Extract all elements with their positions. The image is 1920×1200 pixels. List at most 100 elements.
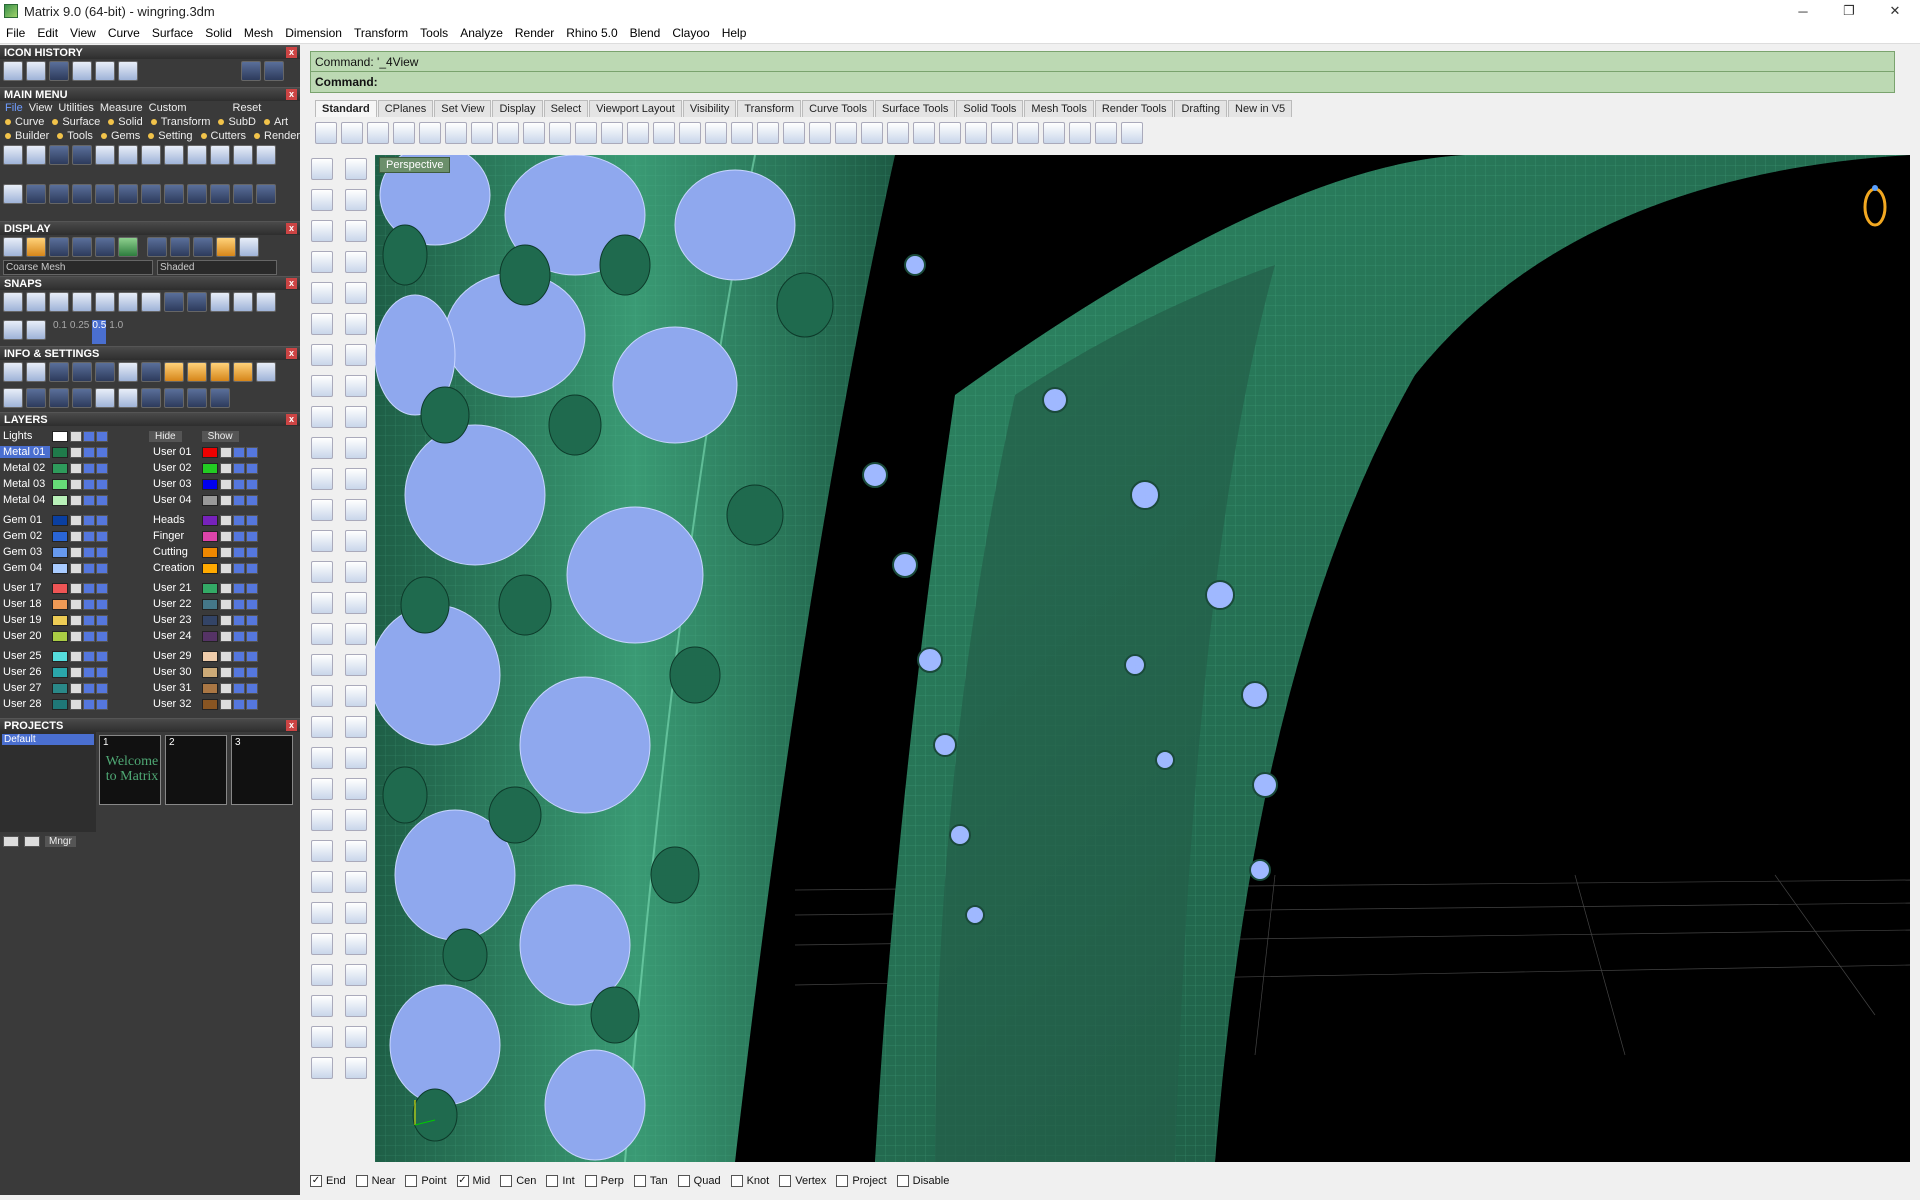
eye-icon[interactable] — [83, 598, 95, 610]
eye-icon[interactable] — [233, 530, 245, 542]
layer-row[interactable]: User 23 — [150, 612, 300, 628]
tool-icon[interactable] — [210, 362, 230, 382]
render-toggle-icon[interactable] — [246, 614, 258, 626]
layer-row[interactable]: User 24 — [150, 628, 300, 644]
perspective-viewport[interactable]: Perspective — [375, 155, 1910, 1162]
import-icon[interactable] — [419, 122, 441, 144]
snap-circle-icon[interactable] — [141, 292, 161, 312]
lock-icon[interactable] — [220, 446, 232, 458]
snap-end-icon[interactable] — [26, 292, 46, 312]
main-menu-item-curve[interactable]: Curve — [3, 116, 48, 128]
extrude-icon[interactable] — [311, 654, 333, 676]
save-icon[interactable] — [3, 61, 23, 81]
lock-icon[interactable] — [220, 598, 232, 610]
layer-color-swatch[interactable] — [52, 494, 68, 506]
osnap-perp[interactable]: Perp — [584, 1175, 624, 1187]
sphere-icon[interactable] — [49, 237, 69, 257]
eye-icon[interactable] — [233, 494, 245, 506]
menu-view[interactable]: View — [64, 26, 102, 40]
layer-row[interactable]: User 20 — [0, 628, 150, 644]
layer-color-swatch[interactable] — [202, 514, 218, 526]
command-prompt[interactable]: Command: — [311, 72, 1894, 92]
shaded-sphere-icon[interactable] — [965, 122, 987, 144]
eye-icon[interactable] — [233, 562, 245, 574]
open-icon[interactable] — [341, 122, 363, 144]
network-icon[interactable] — [187, 387, 207, 408]
blue-sphere-icon[interactable] — [147, 237, 167, 257]
circle-icon[interactable] — [256, 183, 276, 204]
lock-icon[interactable] — [220, 494, 232, 506]
close-icon[interactable]: x — [286, 89, 297, 100]
layer-color-swatch[interactable] — [202, 446, 218, 458]
lock-icon[interactable] — [220, 650, 232, 662]
main-menu-item-render[interactable]: Render — [252, 130, 300, 142]
osnap-knot[interactable]: Knot — [730, 1175, 769, 1187]
ellipse-icon[interactable] — [311, 344, 333, 366]
point-icon[interactable] — [311, 189, 333, 211]
layer-name[interactable]: User 32 — [150, 698, 200, 710]
polygon-icon[interactable] — [311, 375, 333, 397]
curve-icon[interactable] — [345, 437, 367, 459]
osnap-cen[interactable]: Cen — [500, 1175, 536, 1187]
render-toggle-icon[interactable] — [96, 562, 108, 574]
snap-ortho-icon[interactable] — [187, 292, 207, 312]
lock-icon[interactable] — [70, 582, 82, 594]
eye-icon[interactable] — [233, 478, 245, 490]
render-toggle-icon[interactable] — [96, 514, 108, 526]
sphere-icon[interactable] — [311, 592, 333, 614]
main-menu-tab-utilities[interactable]: Utilities — [56, 102, 95, 114]
mesh-icon[interactable] — [311, 716, 333, 738]
close-icon[interactable]: x — [286, 414, 297, 425]
render-toggle-icon[interactable] — [246, 582, 258, 594]
hook-icon[interactable] — [233, 145, 253, 165]
new-file-icon[interactable] — [26, 61, 46, 81]
new-icon[interactable] — [3, 145, 23, 165]
gold-sphere-icon[interactable] — [216, 237, 236, 257]
rotate-view-icon[interactable] — [575, 122, 597, 144]
menu-blend[interactable]: Blend — [624, 26, 667, 40]
light-icon[interactable] — [26, 237, 46, 257]
layer-row[interactable]: User 30 — [150, 664, 300, 680]
checkbox-icon[interactable] — [677, 1175, 690, 1187]
layer-row[interactable]: Finger — [150, 528, 300, 544]
mesh-icon[interactable] — [345, 716, 367, 738]
export-icon[interactable] — [141, 145, 161, 165]
checkbox-icon[interactable] — [730, 1175, 743, 1187]
check-icon[interactable] — [345, 1057, 367, 1079]
main-menu-tab-custom[interactable]: Custom — [147, 102, 189, 114]
arc-icon[interactable] — [311, 313, 333, 335]
layer-color-swatch[interactable] — [202, 494, 218, 506]
cylinder-icon[interactable] — [311, 623, 333, 645]
main-menu-tab-measure[interactable]: Measure — [98, 102, 145, 114]
array-icon[interactable] — [345, 871, 367, 893]
network-icon[interactable] — [210, 387, 230, 408]
grid-icon[interactable] — [210, 292, 230, 312]
layer-icon[interactable] — [311, 1026, 333, 1048]
print-icon[interactable] — [393, 122, 415, 144]
cut-icon[interactable] — [445, 122, 467, 144]
layer-color-swatch[interactable] — [202, 462, 218, 474]
tool-icon[interactable] — [164, 362, 184, 382]
mirror-icon[interactable] — [210, 183, 230, 204]
checkbox-icon[interactable] — [584, 1175, 597, 1187]
checkbox-icon[interactable] — [355, 1175, 368, 1187]
line-icon[interactable] — [311, 220, 333, 242]
gem-tool-icon[interactable] — [49, 61, 69, 81]
lock-icon[interactable] — [70, 650, 82, 662]
layer-row[interactable]: User 27 — [0, 680, 150, 696]
menu-curve[interactable]: Curve — [102, 26, 146, 40]
new-icon[interactable] — [315, 122, 337, 144]
snap-value-2[interactable]: 0.25 — [70, 320, 89, 345]
scale-icon[interactable] — [345, 809, 367, 831]
tab-solid-tools[interactable]: Solid Tools — [956, 100, 1024, 117]
layer-icon[interactable] — [345, 1026, 367, 1048]
zoom-extents-icon[interactable] — [653, 122, 675, 144]
layer-color-swatch[interactable] — [52, 650, 68, 662]
mirror-icon[interactable] — [345, 840, 367, 862]
project-default[interactable]: Default — [2, 734, 94, 745]
layer-color-swatch[interactable] — [202, 582, 218, 594]
layer-color-swatch[interactable] — [52, 666, 68, 678]
layer-name[interactable]: User 22 — [150, 598, 200, 610]
project-thumbnail[interactable]: 3 — [231, 735, 293, 805]
lock-icon[interactable] — [70, 666, 82, 678]
